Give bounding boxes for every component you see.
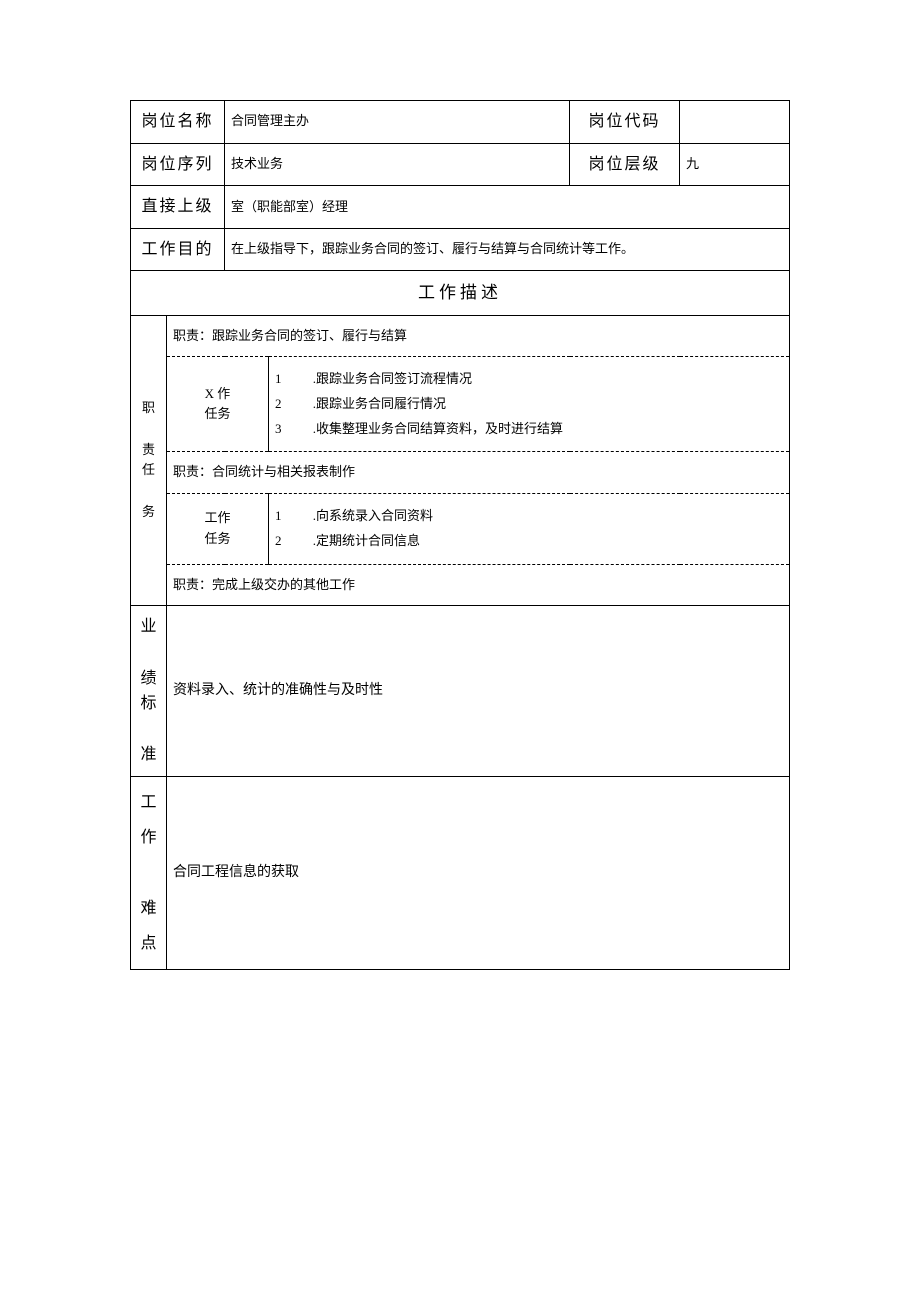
- row-duty2-title: 职责：合同统计与相关报表制作: [131, 452, 790, 494]
- duty2-nums: 1 2: [275, 504, 282, 553]
- duty1-task-list: 1 2 3 .跟踪业务合同签订流程情况 .跟踪业务合同履行情况 .收集整理业务合…: [269, 357, 790, 452]
- position-series-value: 技术业务: [225, 143, 570, 186]
- direct-superior-label: 直接上级: [131, 186, 225, 229]
- job-description-table: 岗位名称 合同管理主办 岗位代码 岗位序列 技术业务 岗位层级 九 直接上级 室…: [130, 100, 790, 970]
- row-performance: 业 绩标 准 资料录入、统计的准确性与及时性: [131, 606, 790, 777]
- position-name-label: 岗位名称: [131, 101, 225, 144]
- duty2-task-list: 1 2 .向系统录入合同资料 .定期统计合同信息: [269, 494, 790, 564]
- row-position-series: 岗位序列 技术业务 岗位层级 九: [131, 143, 790, 186]
- row-work-purpose: 工作目的 在上级指导下，跟踪业务合同的签订、履行与结算与合同统计等工作。: [131, 228, 790, 271]
- position-code-value: [680, 101, 790, 144]
- row-difficulty: 工作 难点 合同工程信息的获取: [131, 776, 790, 969]
- duty1-texts: .跟踪业务合同签订流程情况 .跟踪业务合同履行情况 .收集整理业务合同结算资料，…: [313, 367, 563, 441]
- section-title: 工作描述: [131, 271, 790, 315]
- duty3-title: 职责：完成上级交办的其他工作: [167, 564, 790, 606]
- position-series-label: 岗位序列: [131, 143, 225, 186]
- row-section-header: 工作描述: [131, 271, 790, 315]
- row-position-name: 岗位名称 合同管理主办 岗位代码: [131, 101, 790, 144]
- row-duty1-title: 职 责任 务 职责：跟踪业务合同的签订、履行与结算: [131, 315, 790, 357]
- difficulty-value: 合同工程信息的获取: [167, 776, 790, 969]
- position-name-value: 合同管理主办: [225, 101, 570, 144]
- duty2-title: 职责：合同统计与相关报表制作: [167, 452, 790, 494]
- row-duty2-tasks: 工作 任务 1 2 .向系统录入合同资料 .定期统计合同信息: [131, 494, 790, 564]
- duties-vertical-label: 职 责任 务: [131, 315, 167, 606]
- direct-superior-value: 室（职能部室）经理: [225, 186, 790, 229]
- performance-value: 资料录入、统计的准确性与及时性: [167, 606, 790, 777]
- work-purpose-value: 在上级指导下，跟踪业务合同的签订、履行与结算与合同统计等工作。: [225, 228, 790, 271]
- duty2-task-label: 工作 任务: [167, 494, 269, 564]
- position-code-label: 岗位代码: [570, 101, 680, 144]
- row-duty3-title: 职责：完成上级交办的其他工作: [131, 564, 790, 606]
- duty1-nums: 1 2 3: [275, 367, 282, 441]
- position-level-label: 岗位层级: [570, 143, 680, 186]
- duty1-task-label: X 作 任务: [167, 357, 269, 452]
- work-purpose-label: 工作目的: [131, 228, 225, 271]
- duty1-title: 职责：跟踪业务合同的签订、履行与结算: [167, 315, 790, 357]
- row-duty1-tasks: X 作 任务 1 2 3 .跟踪业务合同签订流程情况 .跟踪业务合同履行情况 .…: [131, 357, 790, 452]
- row-direct-superior: 直接上级 室（职能部室）经理: [131, 186, 790, 229]
- position-level-value: 九: [680, 143, 790, 186]
- performance-label: 业 绩标 准: [131, 606, 167, 777]
- duty2-texts: .向系统录入合同资料 .定期统计合同信息: [313, 504, 433, 553]
- difficulty-label: 工作 难点: [131, 776, 167, 969]
